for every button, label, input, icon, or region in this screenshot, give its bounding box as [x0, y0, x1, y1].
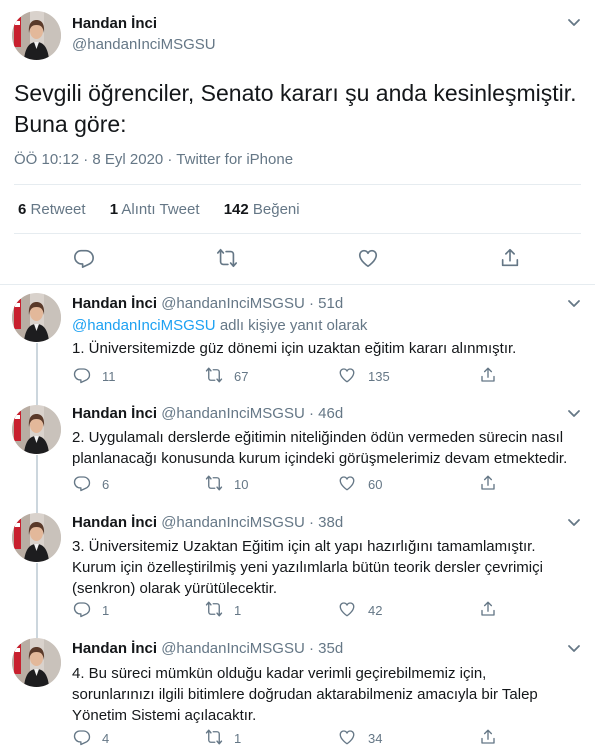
avatar[interactable] — [12, 405, 61, 454]
author-name[interactable]: Handan İnci — [72, 640, 157, 657]
likes-count: 142 — [223, 201, 249, 218]
like-icon[interactable] — [338, 600, 356, 618]
like-count: 34 — [368, 731, 383, 746]
like-count: 42 — [368, 603, 383, 618]
quotes-stat[interactable]: 1 Alıntı Tweet — [110, 201, 200, 218]
share-icon[interactable] — [479, 474, 497, 492]
chevron-down-icon[interactable] — [567, 299, 581, 309]
reply-count: 1 — [102, 603, 110, 618]
reply-icon[interactable] — [73, 600, 91, 618]
share-icon[interactable] — [479, 728, 497, 746]
retweet-count: 1 — [234, 603, 242, 618]
avatar[interactable] — [12, 638, 61, 687]
author-name[interactable]: Handan İnci — [72, 295, 157, 312]
reply-count: 4 — [102, 731, 110, 746]
retweet-icon[interactable] — [205, 366, 223, 384]
tweet-actions — [0, 247, 595, 271]
likes-label: Beğeni — [252, 201, 300, 218]
author-name[interactable]: Handan İnci — [72, 15, 157, 32]
retweet-count: 67 — [234, 369, 249, 384]
reply-icon[interactable] — [73, 366, 91, 384]
reply-header: Handan İnci @handanInciMSGSU · 35d — [72, 640, 343, 657]
reply-actions: 6 10 60 — [0, 474, 595, 494]
author-name[interactable]: Handan İnci — [72, 405, 157, 422]
share-icon[interactable] — [479, 600, 497, 618]
retweets-label: Retweet — [30, 201, 86, 218]
divider — [14, 184, 581, 185]
author-handle-time[interactable]: @handanInciMSGSU · 51d — [161, 295, 343, 312]
reply-text: 1. Üniversitemizde güz dönemi için uzakt… — [72, 340, 517, 357]
reply-actions: 11 67 135 — [0, 366, 595, 386]
reply-tweet[interactable]: Handan İnci @handanInciMSGSU · 46d 2. Uy… — [0, 397, 595, 507]
thread-line — [36, 397, 38, 405]
reply-text: 4. Bu süreci mümkün olduğu kadar verimli… — [72, 665, 538, 724]
tweet-meta[interactable]: ÖÖ 10:12 · 8 Eyl 2020 · Twitter for iPho… — [14, 151, 293, 168]
reply-to-link[interactable]: @handanInciMSGSU — [72, 317, 216, 334]
like-icon[interactable] — [338, 366, 356, 384]
reply-icon[interactable] — [73, 728, 91, 746]
chevron-down-icon[interactable] — [567, 409, 581, 419]
reply-to-suffix: adlı kişiye yanıt olarak — [219, 317, 368, 334]
avatar[interactable] — [12, 11, 61, 60]
retweets-count: 6 — [18, 201, 27, 218]
chevron-down-icon[interactable] — [567, 18, 581, 28]
reply-icon[interactable] — [73, 247, 95, 269]
reply-tweet[interactable]: Handan İnci @handanInciMSGSU · 51d @hand… — [0, 285, 595, 397]
thread-line — [36, 563, 38, 632]
author-name[interactable]: Handan İnci — [72, 514, 157, 531]
reply-header: Handan İnci @handanInciMSGSU · 46d — [72, 405, 343, 422]
reply-tweet[interactable]: Handan İnci @handanInciMSGSU · 38d 3. Ün… — [0, 507, 595, 632]
reply-tweet[interactable]: Handan İnci @handanInciMSGSU · 35d 4. Bu… — [0, 632, 595, 755]
retweet-icon[interactable] — [216, 247, 238, 269]
reply-header: Handan İnci @handanInciMSGSU · 51d — [72, 295, 343, 312]
retweet-count: 1 — [234, 731, 242, 746]
retweet-icon[interactable] — [205, 474, 223, 492]
share-icon[interactable] — [479, 366, 497, 384]
reply-actions: 4 1 34 — [0, 728, 595, 748]
avatar[interactable] — [12, 513, 61, 562]
likes-stat[interactable]: 142 Beğeni — [224, 201, 300, 218]
author-handle-time[interactable]: @handanInciMSGSU · 35d — [161, 640, 343, 657]
like-icon[interactable] — [357, 247, 379, 269]
quotes-count: 1 — [109, 201, 119, 218]
like-icon[interactable] — [338, 728, 356, 746]
like-count: 135 — [368, 369, 390, 384]
author-handle[interactable]: @handanInciMSGSU — [72, 36, 216, 53]
avatar[interactable] — [12, 293, 61, 342]
retweet-icon[interactable] — [205, 600, 223, 618]
like-icon[interactable] — [338, 474, 356, 492]
author-handle-time[interactable]: @handanInciMSGSU · 46d — [161, 405, 343, 422]
reply-count: 11 — [102, 369, 116, 384]
reply-count: 6 — [102, 477, 110, 492]
quotes-label: Alıntı Tweet — [121, 201, 200, 218]
reply-actions: 1 1 42 — [0, 600, 595, 620]
retweets-stat[interactable]: 6 Retweet — [18, 201, 86, 218]
share-icon[interactable] — [499, 247, 521, 269]
reply-icon[interactable] — [73, 474, 91, 492]
divider — [14, 233, 581, 234]
main-tweet: Handan İnci @handanInciMSGSU Sevgili öğr… — [0, 0, 595, 285]
like-count: 60 — [368, 477, 383, 492]
author-handle-time[interactable]: @handanInciMSGSU · 38d — [161, 514, 343, 531]
tweet-stats: 6 Retweet 1 Alıntı Tweet 142 Beğeni — [18, 201, 320, 218]
tweet-text: Sevgili öğrenciler, Senato kararı şu and… — [14, 80, 577, 137]
retweet-count: 10 — [234, 477, 249, 492]
reply-header: Handan İnci @handanInciMSGSU · 38d — [72, 514, 343, 531]
chevron-down-icon[interactable] — [567, 518, 581, 528]
retweet-icon[interactable] — [205, 728, 223, 746]
chevron-down-icon[interactable] — [567, 644, 581, 654]
reply-text: 2. Uygulamalı derslerde eğitimin niteliğ… — [72, 429, 568, 467]
reply-to: @handanInciMSGSU adlı kişiye yanıt olara… — [72, 317, 367, 334]
reply-text: 3. Üniversitemiz Uzaktan Eğitim için alt… — [72, 538, 543, 597]
